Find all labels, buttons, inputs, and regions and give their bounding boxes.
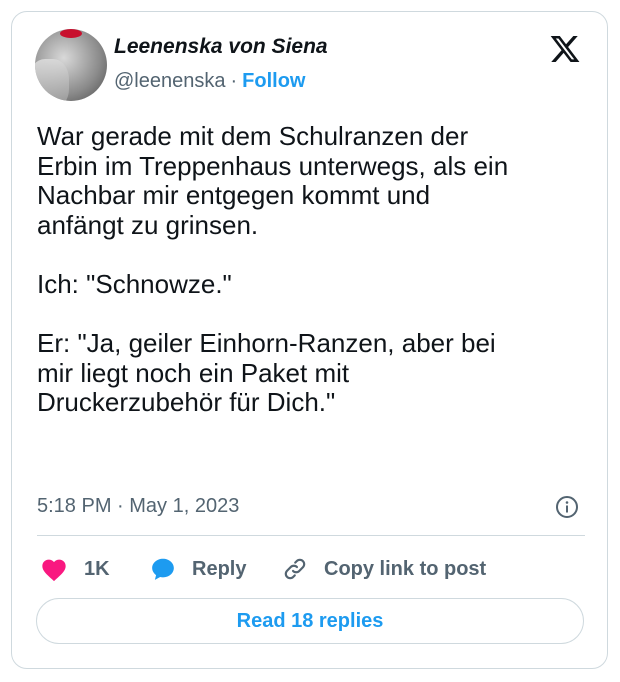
avatar-hair — [35, 59, 69, 101]
copy-link-action[interactable]: Copy link to post — [282, 556, 486, 582]
reply-label: Reply — [192, 557, 247, 580]
follow-button[interactable]: Follow — [242, 70, 305, 92]
handle-separator: · — [230, 70, 238, 92]
author-handle[interactable]: @leenenska — [114, 70, 225, 92]
divider — [37, 535, 585, 536]
avatar-lips — [60, 29, 82, 38]
reply-bubble-icon — [152, 558, 174, 580]
tweet-timestamp[interactable]: 5:18 PM · May 1, 2023 — [37, 495, 239, 518]
tweet-text: War gerade mit dem Schulranzen der Erbin… — [37, 121, 509, 418]
link-icon — [284, 558, 306, 580]
like-count: 1K — [84, 557, 110, 580]
author-name[interactable]: Leenenska von Siena — [114, 35, 328, 59]
x-logo-icon[interactable] — [548, 33, 582, 65]
read-replies-button[interactable]: Read 18 replies — [36, 598, 584, 644]
info-icon[interactable] — [555, 495, 579, 519]
avatar[interactable] — [35, 29, 107, 101]
reply-action[interactable]: Reply — [150, 556, 246, 582]
heart-icon — [42, 559, 66, 582]
handle-row: @leenenska · Follow — [114, 70, 305, 93]
like-action[interactable]: 1K — [40, 556, 110, 582]
copy-link-label: Copy link to post — [324, 557, 487, 580]
